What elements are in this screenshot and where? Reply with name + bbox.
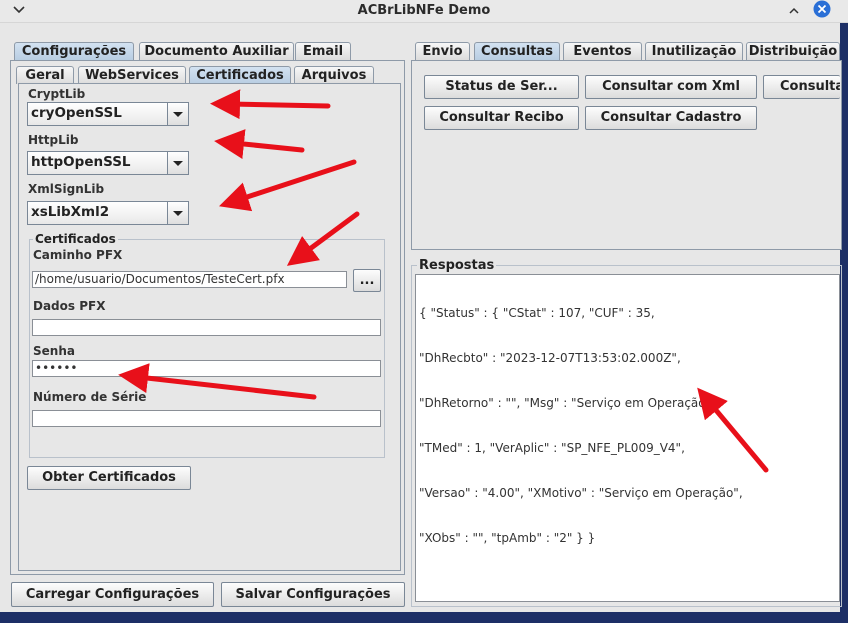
arrow-senha (118, 363, 317, 400)
arrow-xmlsignlib (218, 159, 357, 212)
arrow-httplib (214, 129, 305, 159)
arrow-cryptlib (210, 89, 331, 120)
arrow-respostas (697, 387, 769, 473)
arrow-caminho-pfx (286, 211, 360, 266)
annotation-arrows (118, 89, 769, 473)
